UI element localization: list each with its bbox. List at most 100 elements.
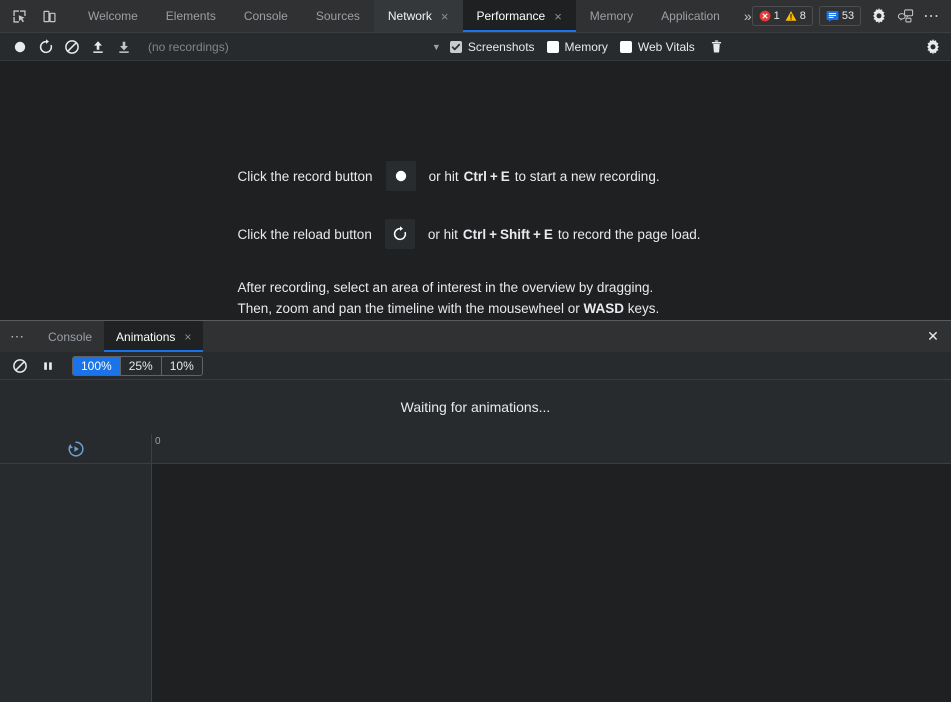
record-icon [393,168,409,184]
gear-icon [871,8,887,24]
animations-list-sidebar[interactable] [0,464,151,702]
performance-toolbar: (no recordings) ▼ Screenshots Memory Web… [0,33,951,61]
drawer-tab-animations[interactable]: Animations × [104,321,203,352]
screenshots-checkbox[interactable]: Screenshots [448,40,543,54]
tab-network[interactable]: Network × [374,0,463,32]
capture-settings-button[interactable] [921,36,945,58]
paragraph-part-2: keys. [624,301,659,316]
error-count: 1 [774,10,780,22]
playback-rate-25[interactable]: 25% [121,357,162,375]
clear-animations-button[interactable] [8,355,32,377]
main-tabs: Welcome Elements Console Sources Network… [74,0,734,32]
load-profile-button[interactable] [86,36,110,58]
tab-close-icon[interactable]: × [554,10,562,23]
message-count: 53 [842,10,854,22]
landing-paragraph: After recording, select an area of inter… [238,277,682,320]
web-vitals-checkbox[interactable]: Web Vitals [618,40,703,54]
tab-close-icon[interactable]: × [441,10,449,23]
record-instruction-suffix: to start a new recording. [515,169,660,184]
feedback-button[interactable] [893,4,917,28]
drawer-tab-close-icon[interactable]: × [184,330,191,344]
key-ctrl: Ctrl [464,169,487,184]
key-e: E [544,227,553,242]
warning-count: 8 [800,10,806,22]
timeline-tick-label: 0 [155,436,161,447]
warning-triangle-icon [785,10,797,22]
recordings-dropdown-caret[interactable]: ▼ [427,42,446,52]
animations-timeline-header: 0 [0,434,951,464]
playback-rate-100[interactable]: 100% [73,357,121,375]
checkbox-box-checked [450,41,462,53]
more-options-button[interactable]: ⋯ [919,4,943,28]
tab-console[interactable]: Console [230,0,302,32]
timeline-grid[interactable]: 0 [151,434,951,463]
device-toolbar-toggle-button[interactable] [36,3,62,29]
inline-reload-record-button[interactable] [385,219,415,249]
checkbox-label: Screenshots [468,40,535,54]
record-instruction-prefix: Click the record button [238,169,373,184]
tab-label: Welcome [88,9,138,23]
issues-counter-group[interactable]: 1 8 [752,6,813,26]
pause-animations-button[interactable] [36,355,60,377]
collect-garbage-button[interactable] [705,36,729,58]
message-counter[interactable]: 53 [826,10,854,22]
save-profile-button[interactable] [112,36,136,58]
memory-checkbox[interactable]: Memory [545,40,616,54]
tab-sources[interactable]: Sources [302,0,374,32]
capture-settings-gear-icon [925,39,941,55]
reload-record-icon [38,39,54,55]
download-profile-icon [116,39,132,55]
devtools-window: Welcome Elements Console Sources Network… [0,0,951,702]
tab-memory[interactable]: Memory [576,0,647,32]
reload-instruction-prefix: Click the reload button [238,227,372,242]
animations-toolbar: 100% 25% 10% [0,352,951,380]
drawer-tab-console[interactable]: Console [36,321,104,352]
tab-elements[interactable]: Elements [152,0,230,32]
close-devtools-button[interactable]: ✕ [945,4,951,28]
recordings-label: (no recordings) [148,40,229,54]
performance-landing-panel: Click the record button or hit Ctrl + E … [0,61,951,320]
animations-track-area[interactable] [151,464,951,702]
key-e: E [501,169,510,184]
error-counter[interactable]: 1 [759,10,780,22]
device-toolbar-icon [42,9,57,24]
tab-performance[interactable]: Performance × [463,0,576,32]
tab-label: Network [388,9,432,23]
record-instruction-row: Click the record button or hit Ctrl + E … [238,161,708,191]
tabbar-right-controls: 1 8 53 [752,0,951,32]
tab-label: Performance [477,9,546,23]
feedback-icon [897,9,914,24]
drawer-more-tools-button[interactable]: ⋯ [0,321,36,352]
trash-icon [709,39,724,54]
key-plus-2: + [533,227,541,242]
inspect-element-button[interactable] [6,3,32,29]
more-tabs-button[interactable]: » [744,0,752,32]
clear-icon [64,39,80,55]
key-shift: Shift [500,227,530,242]
checkbox-label: Memory [565,40,608,54]
clear-recording-button[interactable] [60,36,84,58]
tab-application[interactable]: Application [647,0,734,32]
reload-instruction-suffix: to record the page load. [558,227,701,242]
tab-label: Memory [590,9,633,23]
settings-button[interactable] [867,4,891,28]
checkbox-box-unchecked [620,41,632,53]
playback-rate-10[interactable]: 10% [162,357,202,375]
devtools-drawer: ⋯ Console Animations × ✕ [0,320,951,702]
reload-and-record-button[interactable] [34,36,58,58]
record-button[interactable] [8,36,32,58]
replay-button[interactable] [66,439,86,459]
paragraph-emphasis-wasd: WASD [583,301,624,316]
inspect-element-icon [12,9,27,24]
inline-record-button[interactable] [386,161,416,191]
tab-label: Sources [316,9,360,23]
tab-welcome[interactable]: Welcome [74,0,152,32]
tab-label: Console [244,9,288,23]
messages-counter-group[interactable]: 53 [819,6,861,26]
warning-counter[interactable]: 8 [785,10,806,22]
checkbox-label: Web Vitals [638,40,695,54]
close-drawer-button[interactable]: ✕ [915,321,951,352]
animations-empty-message: Waiting for animations... [0,380,951,434]
checkbox-box-unchecked [547,41,559,53]
drawer-tab-label: Animations [116,330,175,344]
